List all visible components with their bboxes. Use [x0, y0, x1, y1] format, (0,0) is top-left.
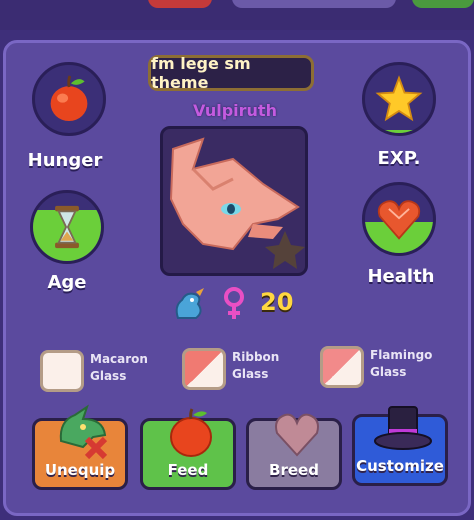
heart-breed-icon [275, 413, 319, 457]
top-tab-yellow[interactable] [232, 0, 396, 8]
apple-feed-icon [170, 408, 212, 457]
dragon-portrait-icon [169, 137, 305, 269]
ribbon-glass-label: Ribbon Glass [232, 350, 280, 381]
exp-meter[interactable] [362, 62, 436, 136]
macaron-glass-label: Macaron Glass [90, 352, 148, 383]
hunger-label: Hunger [27, 150, 103, 171]
heart-icon [377, 200, 421, 240]
hunger-meter[interactable] [32, 62, 106, 136]
health-meter[interactable] [362, 182, 436, 256]
macaron-glass-checkbox[interactable] [40, 350, 84, 392]
hourglass-icon [55, 205, 79, 249]
age-meter[interactable] [30, 190, 104, 264]
flamingo-glass-label: Flamingo Glass [370, 348, 433, 379]
dragon-unequip-icon [59, 404, 108, 460]
pet-portrait [160, 126, 308, 276]
apple-icon [50, 75, 88, 122]
exp-label: EXP. [377, 148, 421, 169]
feed-label: Feed [167, 461, 209, 479]
theme-title: fm lege sm theme [148, 54, 314, 92]
health-label: Health [367, 266, 435, 287]
feed-button[interactable]: Feed [140, 408, 236, 490]
species-dragon-icon [175, 288, 204, 319]
ribbon-glass-checkbox[interactable] [182, 348, 226, 390]
breed-button[interactable]: Breed [246, 413, 342, 490]
customize-button[interactable]: Customize [352, 406, 448, 486]
flamingo-glass-checkbox[interactable] [320, 346, 364, 388]
customize-label: Customize [356, 457, 444, 475]
top-tab-red[interactable] [148, 0, 212, 8]
top-tab-green[interactable] [412, 0, 474, 8]
pet-name: Vulpiruth [193, 101, 277, 120]
age-value: 20 [260, 288, 294, 316]
star-icon [375, 75, 423, 122]
unequip-button[interactable]: Unequip [32, 404, 128, 490]
unequip-label: Unequip [44, 461, 116, 479]
top-toolbar-strip [0, 0, 474, 30]
pet-info-row: 20 [168, 284, 318, 324]
female-icon [224, 287, 244, 319]
breed-label: Breed [269, 461, 319, 479]
top-hat-icon [374, 406, 432, 450]
age-label: Age [47, 272, 87, 293]
